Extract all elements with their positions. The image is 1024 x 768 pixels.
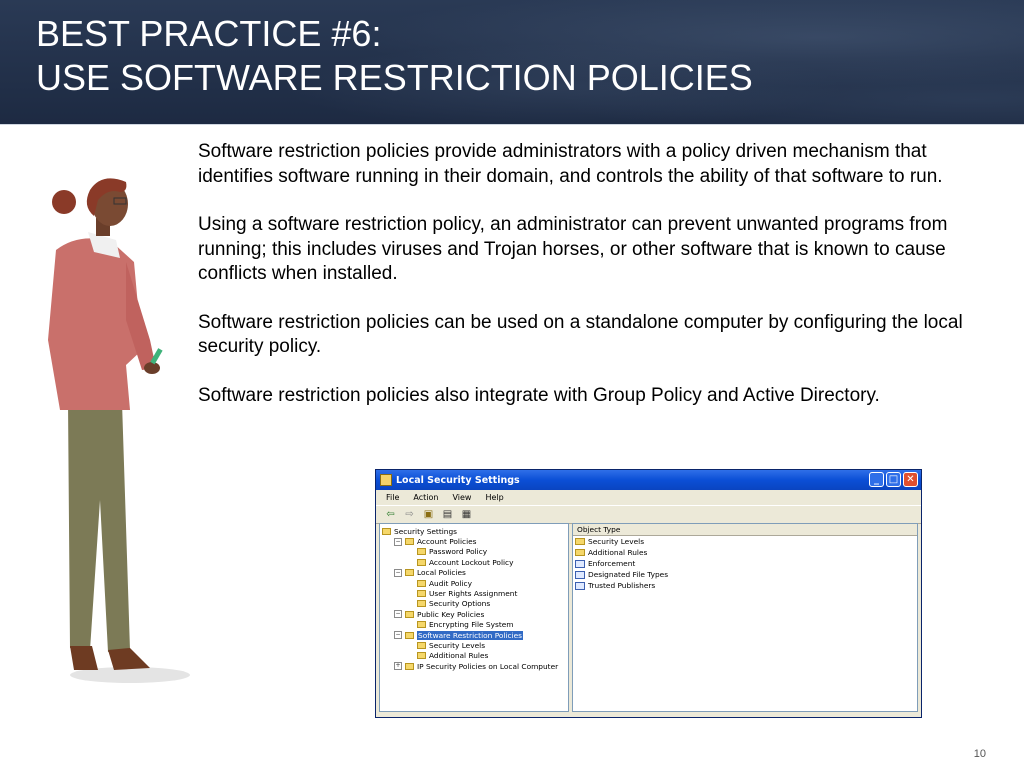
tree-node[interactable]: − Account Policies	[380, 536, 568, 546]
properties-icon[interactable]: ▦	[460, 509, 473, 521]
tree-node[interactable]: User Rights Assignment	[380, 588, 568, 598]
collapse-icon[interactable]: −	[394, 631, 402, 640]
list-item[interactable]: Enforcement	[573, 558, 917, 569]
forward-arrow-icon[interactable]: ⇨	[403, 509, 416, 521]
folder-icon	[417, 558, 426, 566]
folder-icon	[417, 641, 426, 649]
list-item-label: Trusted Publishers	[588, 581, 656, 590]
folder-icon	[417, 590, 426, 598]
title-line-1: BEST PRACTICE #6:	[36, 13, 382, 54]
title-banner: BEST PRACTICE #6: USE SOFTWARE RESTRICTI…	[0, 0, 1024, 125]
list-item-label: Enforcement	[588, 559, 636, 568]
tree-node-label: Security Levels	[429, 640, 486, 650]
paragraph-3: Software restriction policies can be use…	[198, 311, 963, 358]
collapse-icon[interactable]: −	[394, 610, 402, 619]
folder-icon	[405, 631, 414, 639]
console-tree: Security Settings − Account Policies Passwo…	[379, 523, 569, 712]
folder-icon	[417, 652, 426, 660]
folder-icon	[417, 621, 426, 629]
menu-bar: File Action View Help	[376, 490, 921, 505]
folder-icon	[405, 610, 414, 618]
tree-node-label: Password Policy	[429, 547, 488, 557]
shield-icon	[380, 474, 392, 486]
tree-node[interactable]: Additional Rules	[380, 651, 568, 661]
tree-node-label: Encrypting File System	[429, 620, 514, 630]
menu-help[interactable]: Help	[485, 493, 503, 502]
tree-node[interactable]: + IP Security Policies on Local Computer	[380, 661, 568, 671]
tree-node-label: Account Policies	[417, 537, 477, 547]
tree-node-label: Local Policies	[417, 568, 466, 578]
list-item-label: Security Levels	[588, 537, 645, 546]
show-hide-tree-icon[interactable]: ▤	[441, 509, 454, 521]
folder-icon	[382, 527, 391, 535]
tree-node[interactable]: Security Options	[380, 599, 568, 609]
window-titlebar: Local Security Settings _ □ ✕	[376, 470, 921, 490]
tree-node[interactable]: Security Levels	[380, 640, 568, 650]
column-header-object-type[interactable]: Object Type	[573, 524, 917, 536]
folder-icon	[575, 538, 585, 545]
collapse-icon[interactable]: −	[394, 537, 402, 546]
tree-node[interactable]: Encrypting File System	[380, 620, 568, 630]
tree-node[interactable]: − Local Policies	[380, 568, 568, 578]
folder-icon	[405, 538, 414, 546]
tree-node[interactable]: Account Lockout Policy	[380, 557, 568, 567]
details-pane: Object Type Security Levels Additional Ru…	[572, 523, 918, 712]
tree-node-label: Account Lockout Policy	[429, 557, 514, 567]
tree-node[interactable]: Security Settings	[380, 526, 568, 536]
list-item[interactable]: Designated File Types	[573, 569, 917, 580]
tree-node-label: Public Key Policies	[417, 609, 485, 619]
tree-node-label: Security Settings	[394, 526, 458, 536]
folder-icon	[417, 579, 426, 587]
tree-node-label: Additional Rules	[429, 651, 489, 661]
menu-view[interactable]: View	[452, 493, 471, 502]
folder-icon	[405, 569, 414, 577]
presenter-illustration	[48, 178, 190, 683]
policy-object-icon	[575, 559, 585, 568]
tree-node-label: User Rights Assignment	[429, 589, 518, 599]
paragraph-4: Software restriction policies also integ…	[198, 384, 880, 406]
policy-object-icon	[575, 570, 585, 579]
menu-action[interactable]: Action	[413, 493, 438, 502]
menu-file[interactable]: File	[386, 493, 399, 502]
tree-node[interactable]: − Software Restriction Policies	[380, 630, 568, 640]
paragraph-2: Using a software restriction policy, an …	[198, 214, 948, 284]
back-arrow-icon[interactable]: ⇦	[384, 509, 397, 521]
folder-icon	[417, 600, 426, 608]
folder-icon	[417, 548, 426, 556]
list-item-label: Designated File Types	[588, 570, 669, 579]
tree-node[interactable]: − Public Key Policies	[380, 609, 568, 619]
list-item[interactable]: Additional Rules	[573, 547, 917, 558]
tree-node[interactable]: Password Policy	[380, 547, 568, 557]
window-title: Local Security Settings	[396, 474, 520, 486]
up-folder-icon[interactable]: ▣	[422, 509, 435, 521]
tree-node-label: Security Options	[429, 599, 491, 609]
list-item[interactable]: Trusted Publishers	[573, 580, 917, 591]
slide-body: Software restriction policies provide ad…	[198, 140, 978, 432]
local-security-settings-window: Local Security Settings _ □ ✕ File Actio…	[375, 469, 922, 718]
maximize-button[interactable]: □	[886, 472, 901, 487]
title-line-2: USE SOFTWARE RESTRICTION POLICIES	[36, 57, 753, 98]
expand-icon[interactable]: +	[394, 662, 402, 671]
tree-node[interactable]: Audit Policy	[380, 578, 568, 588]
minimize-button[interactable]: _	[869, 472, 884, 487]
toolbar: ⇦ ⇨ ▣ ▤ ▦	[376, 505, 921, 524]
folder-icon	[575, 549, 585, 556]
list-item[interactable]: Security Levels	[573, 536, 917, 547]
tree-node-label: Software Restriction Policies	[417, 630, 524, 640]
list-item-label: Additional Rules	[588, 548, 648, 557]
tree-node-label: Audit Policy	[429, 578, 472, 588]
page-number: 10	[973, 748, 986, 760]
tree-node-label: IP Security Policies on Local Computer	[417, 661, 559, 671]
paragraph-1: Software restriction policies provide ad…	[198, 141, 943, 187]
close-button[interactable]: ✕	[903, 472, 918, 487]
folder-icon	[405, 662, 414, 670]
collapse-icon[interactable]: −	[394, 568, 402, 577]
slide-title: BEST PRACTICE #6: USE SOFTWARE RESTRICTI…	[36, 12, 753, 100]
policy-object-icon	[575, 581, 585, 590]
